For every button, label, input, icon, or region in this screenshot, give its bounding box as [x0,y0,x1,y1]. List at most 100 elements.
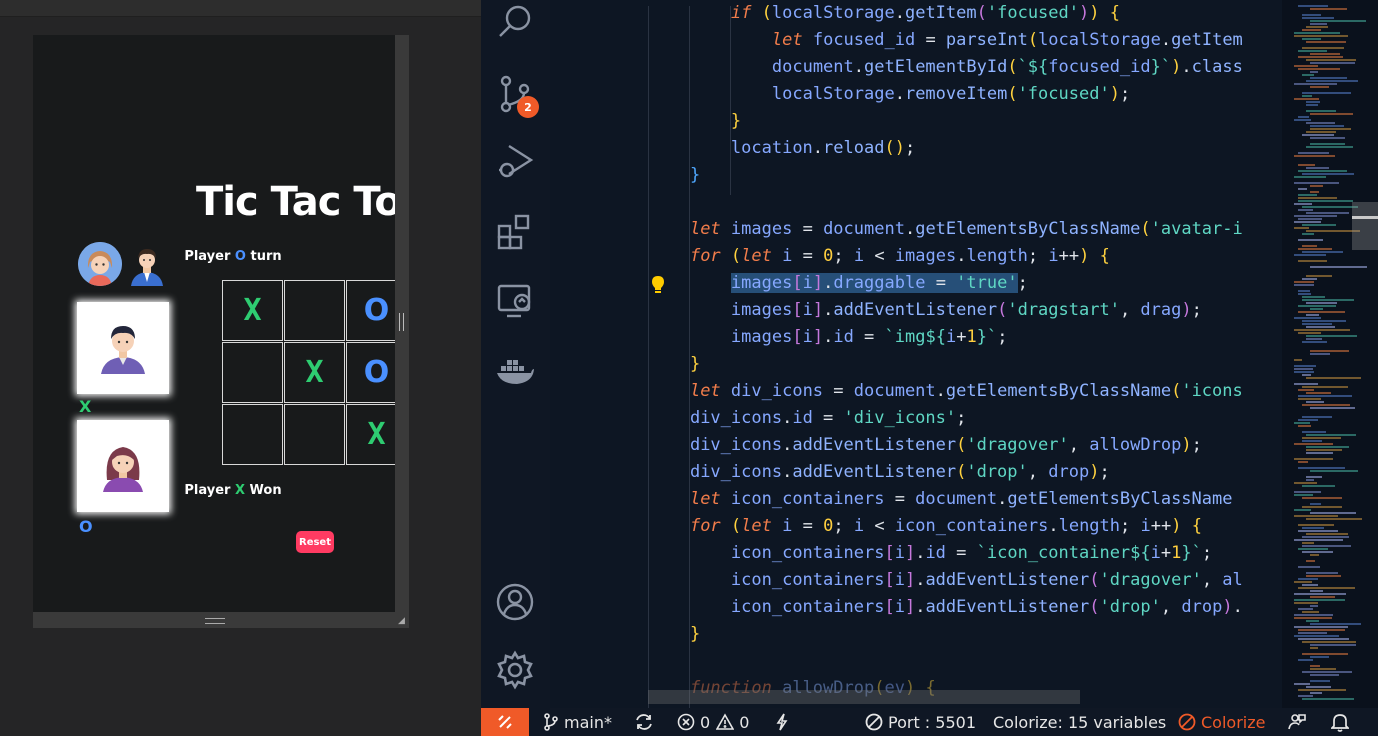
minimap-line [1294,155,1335,157]
code-token: . [904,219,916,239]
minimap-line [1306,476,1322,478]
code-token: ; [904,138,916,158]
minimap-line [1310,350,1349,352]
sync-button[interactable] [634,708,659,736]
code-token: addEventListener [925,597,1090,617]
minimap-line [1294,635,1339,637]
minimap-line [1302,584,1318,586]
code-line[interactable]: let div_icons = document.getElementsByCl… [690,378,1243,405]
code-line[interactable]: images[i].id = `img${i+1}`; [731,324,1008,351]
code-line[interactable]: } [690,162,700,189]
code-token: } [689,354,701,374]
extensions-icon[interactable] [495,212,535,252]
code-token: ( [1027,30,1039,50]
board-cell[interactable]: X [284,342,345,403]
code-line[interactable]: let images = document.getElementsByClass… [690,216,1243,243]
problems-status[interactable]: 0 0 [677,708,749,736]
minimap-line [1306,449,1342,451]
notifications-button[interactable] [1331,708,1354,736]
lightbulb-icon[interactable] [651,275,665,295]
code-line[interactable]: location.reload(); [731,135,915,162]
code-token: i [853,246,865,266]
code-token: ( [1007,84,1018,104]
minimap[interactable] [1282,0,1378,708]
colorize-toggle[interactable]: Colorize [1178,708,1265,736]
code-token: 'drop' [966,462,1028,482]
code-line[interactable]: let icon_containers = document.getElemen… [690,486,1233,513]
minimap-line [1302,92,1351,94]
code-line[interactable]: icon_containers[i].id = `icon_container$… [731,540,1212,567]
board-cell[interactable] [284,280,345,341]
player-x-card[interactable] [77,302,169,394]
code-token: drag [1140,300,1182,320]
code-token: = [792,516,824,536]
split-resize-handle[interactable] [399,313,404,331]
minimap-line [1302,38,1321,40]
code-line[interactable]: icon_containers[i].addEventListener('dro… [731,594,1243,621]
minimap-line [1298,659,1313,661]
account-icon[interactable] [495,582,535,622]
board-cell[interactable] [222,342,283,403]
minimap-line [1298,116,1309,118]
remote-indicator-button[interactable] [481,708,529,736]
player-o-card[interactable] [77,420,169,512]
minimap-line [1302,611,1319,613]
code-token: 'true' [956,273,1018,293]
run-debug-icon[interactable] [495,142,535,182]
minimap-line [1294,683,1310,685]
minimap-line [1298,194,1317,196]
minimap-line [1298,239,1323,241]
code-line[interactable]: div_icons.addEventListener('drop', drop)… [690,459,1110,486]
board-cell[interactable] [284,404,345,465]
branch-status[interactable]: main* [543,708,612,736]
feedback-button[interactable] [1287,708,1312,736]
board-cell[interactable]: O [346,342,395,403]
minimap-line [1306,338,1322,340]
docker-icon[interactable] [495,352,535,392]
minimap-line [1298,56,1343,58]
search-icon[interactable] [495,2,535,42]
code-line[interactable]: document.getElementById(`${focused_id}`)… [772,54,1243,81]
colorize-variables[interactable]: Colorize: 15 variables [993,708,1166,736]
code-token: ++ [1150,516,1172,536]
minimap-slider[interactable] [1352,202,1378,250]
code-token: let [741,246,772,266]
board-cell[interactable]: X [346,404,395,465]
error-icon [677,713,695,731]
horizontal-scrollbar[interactable] [648,690,1080,704]
minimap-line [1302,416,1332,418]
minimap-line [1306,620,1319,622]
drag-handle-icon[interactable] [205,618,225,624]
board-cell[interactable]: X [222,280,283,341]
minimap-line [1294,581,1312,583]
code-editor[interactable]: if (localStorage.getItem('focused')) {le… [550,0,1282,708]
code-line[interactable]: icon_containers[i].addEventListener('dra… [731,567,1243,594]
code-line[interactable]: } [690,351,700,378]
code-line[interactable]: } [731,108,741,135]
minimap-line [1310,623,1361,625]
board-cell[interactable]: O [346,280,395,341]
remote-explorer-icon[interactable] [495,282,535,322]
turn-indicator: Player O turn [153,249,313,264]
code-line[interactable]: } [690,621,700,648]
code-token: icon_containers [730,570,885,590]
avatar-woman-icon[interactable] [78,242,122,286]
resize-grip-icon[interactable]: ◢ [398,617,406,626]
code-line[interactable]: images[i].addEventListener('dragstart', … [731,297,1202,324]
reset-button[interactable]: Reset [296,531,334,553]
live-server-port[interactable]: Port : 5501 [865,708,976,736]
code-line[interactable]: div_icons.addEventListener('dragover', a… [690,432,1202,459]
minimap-line [1294,617,1332,619]
minimap-line [1298,68,1340,70]
code-line[interactable]: div_icons.id = 'div_icons'; [690,405,966,432]
lightning-button[interactable] [775,708,794,736]
code-line[interactable]: for (let i = 0; i < images.length; i++) … [690,243,1110,270]
code-line[interactable]: let focused_id = parseInt(localStorage.g… [772,27,1243,54]
code-line[interactable]: localStorage.removeItem('focused'); [772,81,1130,108]
board-cell[interactable] [222,404,283,465]
code-line[interactable]: for (let i = 0; i < icon_containers.leng… [690,513,1202,540]
code-line[interactable]: images[i].draggable = 'true'; [730,270,1028,297]
code-token: 'dragstart' [1007,300,1120,320]
code-line[interactable]: if (localStorage.getItem('focused')) { [731,0,1120,27]
settings-gear-icon[interactable] [495,650,535,690]
